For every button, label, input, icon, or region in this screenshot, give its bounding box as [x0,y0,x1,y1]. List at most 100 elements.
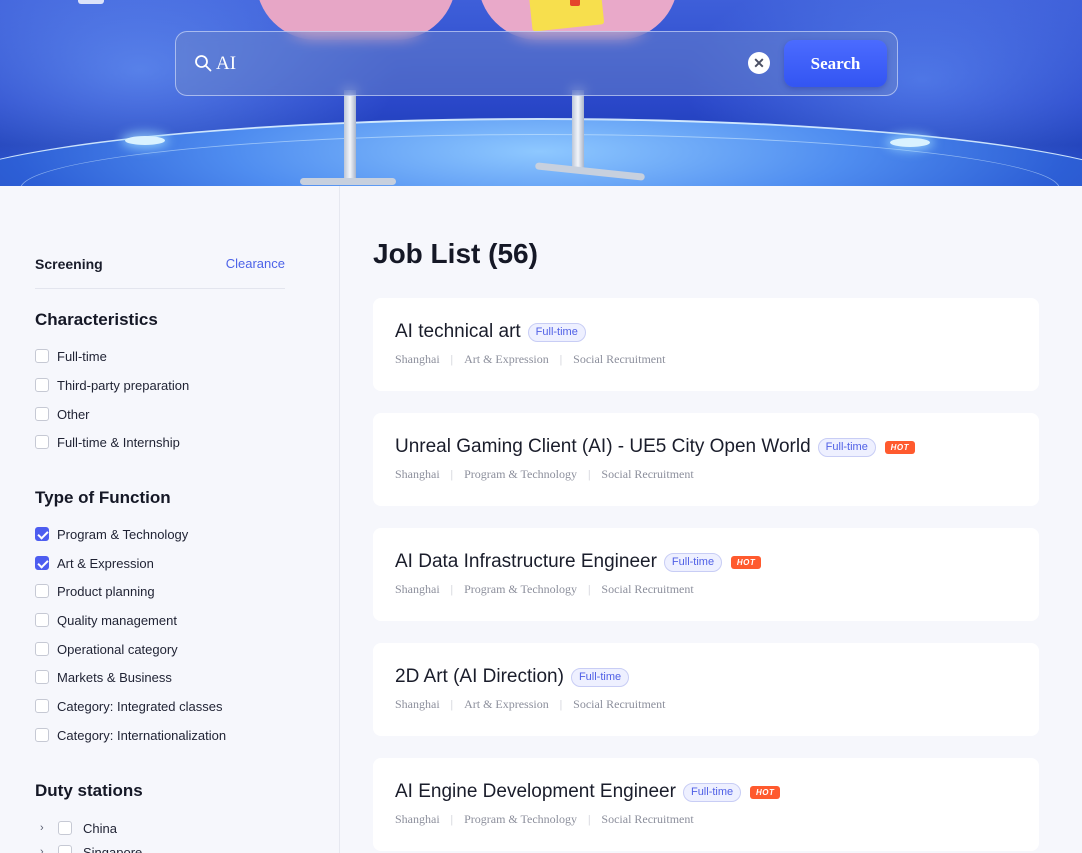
job-city: Shanghai [395,812,440,826]
location-singapore[interactable]: › Singapore [40,843,142,853]
filter-option-product-planning[interactable]: Product planning [35,582,155,600]
checkbox[interactable] [35,613,49,627]
hot-badge-icon: HOT [750,785,781,799]
chevron-right-icon[interactable]: › [40,846,50,853]
option-label: Product planning [57,583,155,599]
filter-option-integrated[interactable]: Category: Integrated classes [35,697,222,715]
checkbox[interactable] [35,728,49,742]
checkbox[interactable] [35,378,49,392]
checkbox[interactable] [35,642,49,656]
job-title[interactable]: AI Data Infrastructure Engineer [395,551,657,573]
filter-option-program-technology[interactable]: Program & Technology [35,525,188,543]
meta-divider: | [559,352,563,366]
hero-lamp [890,138,930,147]
screening-title: Screening [35,256,103,272]
checkbox[interactable] [35,349,49,363]
location-china[interactable]: › China [40,819,117,837]
job-title[interactable]: Unreal Gaming Client (AI) - UE5 City Ope… [395,436,811,458]
job-meta: Shanghai | Program & Technology | Social R… [395,582,694,597]
checkbox[interactable] [35,435,49,449]
checkbox-checked[interactable] [35,527,49,541]
screening-header: Screening Clearance [35,256,285,289]
hero-banner: ✕ Search [0,0,1082,186]
checkbox[interactable] [35,670,49,684]
job-type-tag: Full-time [817,437,876,457]
job-title[interactable]: 2D Art (AI Direction) [395,666,564,688]
option-label: Category: Integrated classes [57,698,223,714]
checkbox[interactable] [35,407,49,421]
search-bar: ✕ Search [175,31,898,96]
job-city: Shanghai [395,697,440,711]
hot-badge-icon: HOT [731,555,762,569]
job-title[interactable]: AI Engine Development Engineer [395,781,676,803]
filter-option-art-expression[interactable]: Art & Expression [35,554,154,572]
filter-option-operational[interactable]: Operational category [35,640,178,658]
meta-divider: | [559,697,563,711]
hero-chair-pole [572,90,584,170]
job-meta: Shanghai | Art & Expression | Social Recru… [395,697,665,712]
job-card[interactable]: AI Data Infrastructure Engineer Full-tim… [373,528,1039,621]
job-card[interactable]: AI technical art Full-time Shanghai | Art… [373,298,1039,391]
option-label: Quality management [57,612,177,628]
job-recruitment: Social Recruitment [601,467,694,481]
option-label: Full-time [57,348,107,364]
job-title[interactable]: AI technical art [395,321,521,343]
checkbox[interactable] [35,699,49,713]
meta-divider: | [450,467,454,481]
job-title-row: AI Engine Development Engineer Full-time… [395,780,781,804]
meta-divider: | [450,352,454,366]
hero-chair-pole [344,90,356,182]
hot-badge-icon: HOT [884,440,915,454]
filter-option-full-time-internship[interactable]: Full-time & Internship [35,433,180,451]
chevron-right-icon[interactable]: › [40,822,50,834]
characteristics-title: Characteristics [35,310,158,329]
job-recruitment: Social Recruitment [601,582,694,596]
filter-option-third-party[interactable]: Third-party preparation [35,376,189,394]
hero-sticky-note-mark [570,0,580,6]
job-title-row: 2D Art (AI Direction) Full-time [395,665,630,689]
job-card[interactable]: Unreal Gaming Client (AI) - UE5 City Ope… [373,413,1039,506]
hero-chair-base [300,178,396,185]
clear-filters-link[interactable]: Clearance [226,256,285,271]
checkbox-checked[interactable] [35,556,49,570]
job-function: Art & Expression [464,352,549,366]
job-meta: Shanghai | Art & Expression | Social Recru… [395,352,665,367]
job-type-tag: Full-time [663,552,723,572]
job-title-row: AI Data Infrastructure Engineer Full-tim… [395,550,762,574]
search-button[interactable]: Search [784,40,887,87]
function-type-title: Type of Function [35,488,171,507]
job-card[interactable]: 2D Art (AI Direction) Full-time Shanghai… [373,643,1039,736]
job-function: Art & Expression [464,697,549,711]
job-meta: Shanghai | Program & Technology | Social R… [395,467,694,482]
filter-option-internationalization[interactable]: Category: Internationalization [35,726,226,744]
checkbox[interactable] [35,584,49,598]
filter-option-full-time[interactable]: Full-time [35,347,107,365]
close-icon[interactable]: ✕ [748,52,770,74]
hero-decoration [78,0,104,4]
option-label: Singapore [83,844,143,853]
option-label: Third-party preparation [57,377,190,393]
search-icon [195,55,212,72]
search-input[interactable] [216,48,736,80]
filter-option-markets-business[interactable]: Markets & Business [35,668,172,686]
meta-divider: | [450,697,454,711]
job-city: Shanghai [395,582,440,596]
job-list-title: Job List (56) [373,238,538,269]
job-card[interactable]: AI Engine Development Engineer Full-time… [373,758,1039,851]
filter-option-quality-management[interactable]: Quality management [35,611,177,629]
job-function: Program & Technology [464,812,577,826]
option-label: Operational category [57,641,178,657]
meta-divider: | [450,582,454,596]
job-meta: Shanghai | Program & Technology | Social R… [395,812,694,827]
meta-divider: | [588,582,591,596]
job-recruitment: Social Recruitment [573,352,666,366]
hero-lamp [125,136,165,145]
checkbox[interactable] [58,845,72,853]
checkbox[interactable] [58,821,72,835]
filter-option-other[interactable]: Other [35,405,90,423]
job-title-row: Unreal Gaming Client (AI) - UE5 City Ope… [395,435,915,459]
job-city: Shanghai [395,352,440,366]
meta-divider: | [588,812,591,826]
job-recruitment: Social Recruitment [573,697,666,711]
job-city: Shanghai [395,467,440,481]
